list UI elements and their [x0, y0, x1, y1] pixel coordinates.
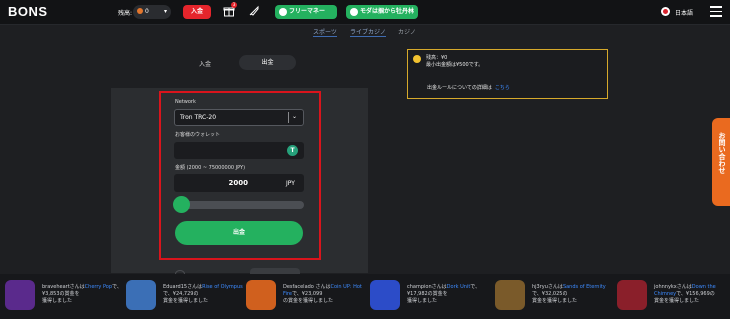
winner-game[interactable]: Rise of Olympus: [202, 284, 243, 290]
free-money-label: フリーマネー: [289, 8, 326, 15]
chevron-down-icon: ▾: [163, 8, 167, 15]
winner-amount: で、¥23,099: [291, 291, 323, 297]
winner-text: braveheartさんはCherry Popで、¥3,853の賞金を 獲得しまし…: [42, 284, 124, 305]
japan-flag-icon[interactable]: [661, 7, 670, 16]
notice-minimum: 最小出金額は¥500です。: [426, 62, 484, 68]
category-nav: スポーツ ライブカジノ カジノ: [0, 26, 730, 38]
winner-user: Eduard15さんは: [163, 284, 203, 290]
network-label: Network: [175, 99, 196, 105]
winner-suffix: 賞金を獲得しました: [532, 298, 578, 304]
winner-text: johnnykxさんはDown the Chimneyで、¥156,969の 賞金…: [654, 284, 730, 305]
brand-logo[interactable]: BONS: [8, 4, 48, 19]
winner-amount: で、¥156,969の: [676, 291, 715, 297]
chevron-down-icon[interactable]: ⌄: [292, 113, 297, 120]
winner-suffix: の賞金を獲得しました: [283, 298, 334, 304]
winner-suffix: 賞金を獲得しました: [654, 298, 700, 304]
wallet-label: お客様のウォレット: [175, 132, 221, 138]
game-thumbnail[interactable]: [370, 280, 400, 310]
contact-side-tab[interactable]: お問い合わせ: [712, 118, 730, 206]
winner-text: Desfacelado さんはCoin UP: Hot Fireで、¥23,09…: [283, 284, 365, 305]
notice-rule-text: 出金ルールについての詳細は: [427, 85, 492, 91]
coin-icon: [350, 8, 358, 16]
winner-user: braveheartさんは: [42, 284, 85, 290]
cashout-promo-button[interactable]: モダは掴から牡丹林: [346, 5, 418, 19]
winner-text: Eduard15さんはRise of Olympusで、¥24,729の 賞金を獲…: [163, 284, 245, 305]
select-divider: [288, 112, 289, 123]
amount-slider-handle[interactable]: [173, 196, 190, 213]
winner-suffix: 賞金を獲得しました: [163, 298, 209, 304]
balance-label: 残高:: [118, 10, 133, 17]
coin-icon: [279, 8, 287, 16]
free-money-button[interactable]: フリーマネー: [275, 5, 337, 19]
winner-text: hj3ryuさんはSands of Eternityで、¥32,025の 賞金を獲…: [532, 284, 614, 305]
notice-balance: 残高：¥0: [426, 55, 448, 61]
header-deposit-button[interactable]: 入金: [183, 5, 211, 19]
game-thumbnail[interactable]: [126, 280, 156, 310]
amount-slider-track[interactable]: [176, 201, 304, 209]
winner-game[interactable]: Cherry Pop: [85, 284, 112, 290]
notice-rule-link[interactable]: こちら: [495, 85, 510, 91]
winner-suffix: 獲得しました: [42, 298, 73, 304]
game-thumbnail[interactable]: [617, 280, 647, 310]
withdraw-submit-button[interactable]: 出金: [175, 221, 303, 245]
gift-badge: 3: [231, 2, 237, 8]
coin-icon: [137, 8, 143, 14]
tether-icon: T: [287, 145, 298, 156]
winner-text: championさんはDork Unitで、¥17,982の賞金を 獲得しました: [407, 284, 489, 305]
cashout-promo-label: モダは掴から牡丹林: [360, 8, 415, 15]
contact-side-label: お問い合わせ: [718, 132, 726, 174]
info-icon: [413, 55, 421, 63]
winner-game[interactable]: Dork Unit: [447, 284, 471, 290]
withdraw-tab[interactable]: 出金: [239, 55, 296, 70]
hamburger-menu-icon[interactable]: [710, 6, 722, 17]
winner-user: Desfacelado さんは: [283, 284, 331, 290]
winner-user: johnnykxさんは: [654, 284, 692, 290]
network-select[interactable]: Tron TRC-20: [174, 109, 304, 126]
wallet-input[interactable]: [174, 142, 304, 159]
tab-casino[interactable]: カジノ: [398, 27, 416, 36]
withdraw-notice: 残高：¥0 最小出金額は¥500です。 出金ルールについての詳細は こちら: [407, 49, 608, 99]
rocket-icon[interactable]: [248, 5, 260, 17]
amount-label: 金額 (2000 ~ 75000000 JPY): [175, 165, 246, 171]
top-header: BONS 残高: 0 ▾ 入金 3 フリーマネー モダは掴から牡丹林 日本語: [0, 0, 730, 25]
page: BONS 残高: 0 ▾ 入金 3 フリーマネー モダは掴から牡丹林 日本語 ス…: [0, 0, 730, 319]
winner-amount: で、¥24,729の: [163, 291, 199, 297]
balance-value: 0: [145, 8, 149, 15]
winner-amount: で、¥32,025の: [532, 291, 568, 297]
winner-user: hj3ryuさんは: [532, 284, 563, 290]
winner-user: championさんは: [407, 284, 447, 290]
game-thumbnail[interactable]: [495, 280, 525, 310]
winner-game[interactable]: Sands of Eternity: [563, 284, 606, 290]
language-selector[interactable]: 日本語: [675, 8, 693, 17]
winner-suffix: 獲得しました: [407, 298, 438, 304]
balance-selector[interactable]: 0 ▾: [133, 5, 171, 19]
tab-live-casino[interactable]: ライブカジノ: [350, 27, 386, 37]
game-thumbnail[interactable]: [246, 280, 276, 310]
amount-currency: JPY: [286, 180, 295, 187]
amount-value: 2000: [228, 179, 248, 187]
game-thumbnail[interactable]: [5, 280, 35, 310]
notice-rule: 出金ルールについての詳細は こちら: [427, 84, 510, 91]
deposit-tab[interactable]: 入金: [199, 59, 211, 68]
tab-sports[interactable]: スポーツ: [313, 27, 337, 37]
